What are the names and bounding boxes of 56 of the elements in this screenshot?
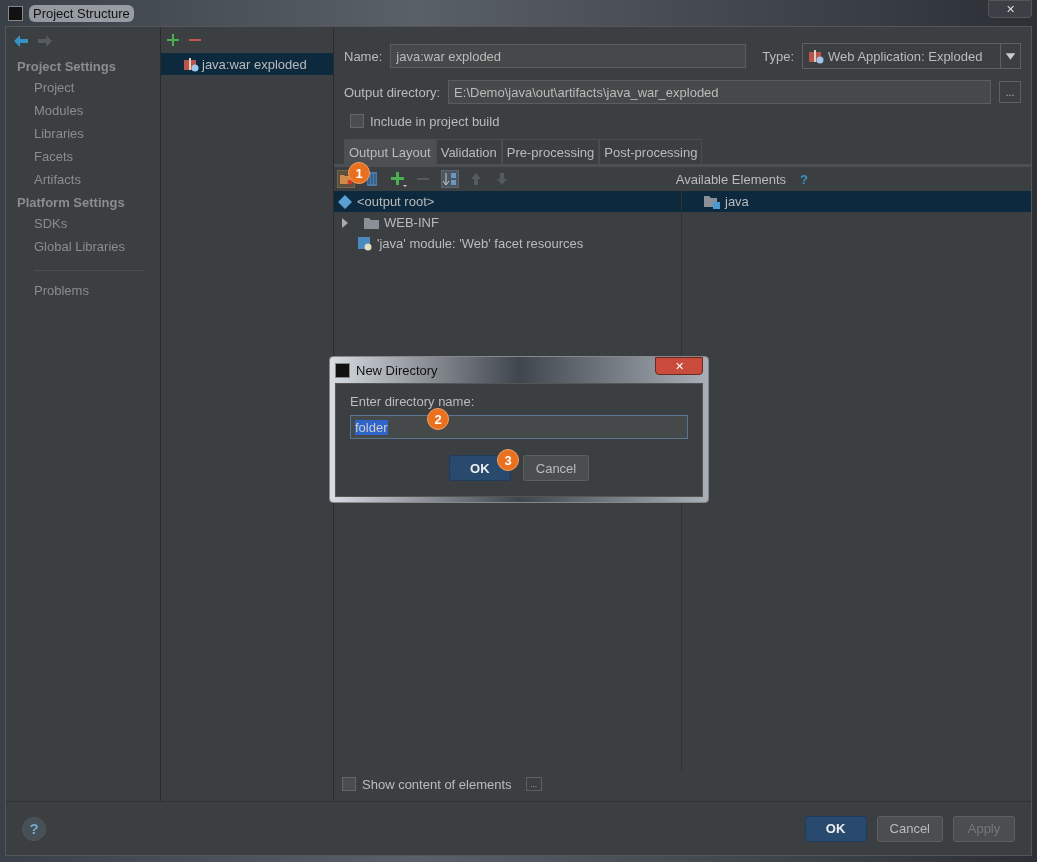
name-field[interactable]: java:war exploded: [390, 44, 747, 68]
app-logo-icon: [335, 362, 350, 378]
module-icon: [358, 236, 372, 251]
collapsed-arrow-icon[interactable]: [340, 217, 350, 228]
help-button[interactable]: ?: [22, 816, 46, 841]
available-element[interactable]: java: [682, 191, 1031, 212]
close-button[interactable]: ✕: [655, 357, 703, 375]
sidebar-item[interactable]: Libraries: [6, 124, 160, 147]
sidebar-item[interactable]: SDKs: [6, 214, 160, 237]
type-dropdown[interactable]: Web Application: Exploded: [802, 43, 1021, 69]
name-label: Name:: [344, 48, 383, 64]
app-logo-icon: [8, 5, 23, 21]
checkbox-label: Include in project build: [370, 113, 500, 129]
cancel-button[interactable]: Cancel: [522, 455, 590, 481]
ok-button[interactable]: OK: [804, 815, 867, 842]
dialog-button[interactable]: Cancel: [876, 815, 943, 842]
window-title: Project Structure: [29, 4, 134, 22]
module-folder-icon: [704, 194, 720, 209]
checkbox-label: Show content of elements: [362, 776, 512, 792]
artifact-item[interactable]: java:war exploded: [161, 53, 333, 75]
tab[interactable]: Post-processing: [599, 139, 703, 164]
add-icon[interactable]: [389, 170, 407, 188]
tree-row[interactable]: WEB-INF: [334, 212, 681, 233]
sidebar-item[interactable]: Global Libraries: [6, 237, 160, 260]
forward-arrow-icon[interactable]: [38, 35, 52, 47]
sidebar-item[interactable]: Facets: [6, 147, 160, 170]
prompt-label: Enter directory name:: [350, 394, 476, 409]
output-directory-label: Output directory:: [344, 84, 441, 100]
tab[interactable]: Validation: [435, 139, 502, 164]
folder-icon: [364, 216, 379, 229]
checkbox[interactable]: [342, 777, 356, 791]
sidebar-item[interactable]: Problems: [6, 281, 160, 304]
tree-row[interactable]: 'java' module: 'Web' facet resources: [334, 233, 681, 254]
output-directory-field[interactable]: E:\Demo\java\out\artifacts\java_war_exploded: [448, 80, 991, 104]
help-link[interactable]: ?: [800, 171, 808, 187]
diamond-icon: [338, 194, 352, 209]
close-button[interactable]: ✕: [988, 0, 1032, 18]
dialog-title: New Directory: [356, 362, 438, 378]
sidebar-item[interactable]: Project: [6, 78, 160, 101]
package-icon: [808, 48, 824, 64]
checkbox[interactable]: [350, 114, 364, 128]
back-arrow-icon[interactable]: [14, 35, 28, 47]
package-icon: [183, 56, 199, 72]
sidebar-item[interactable]: Artifacts: [6, 170, 160, 193]
sidebar-item[interactable]: Modules: [6, 101, 160, 124]
tab[interactable]: Pre-processing: [501, 139, 600, 164]
tab[interactable]: Output Layout: [344, 139, 436, 164]
section-heading: Project Settings: [16, 58, 117, 76]
options-button[interactable]: ...: [525, 777, 542, 791]
browse-button[interactable]: ...: [999, 81, 1021, 103]
sort-icon[interactable]: [441, 170, 459, 188]
type-label: Type:: [762, 48, 794, 64]
tree-row[interactable]: <output root>: [334, 191, 681, 212]
add-icon[interactable]: [167, 34, 179, 46]
section-heading: Platform Settings: [16, 194, 126, 212]
available-elements-heading: Available Elements: [675, 171, 787, 187]
